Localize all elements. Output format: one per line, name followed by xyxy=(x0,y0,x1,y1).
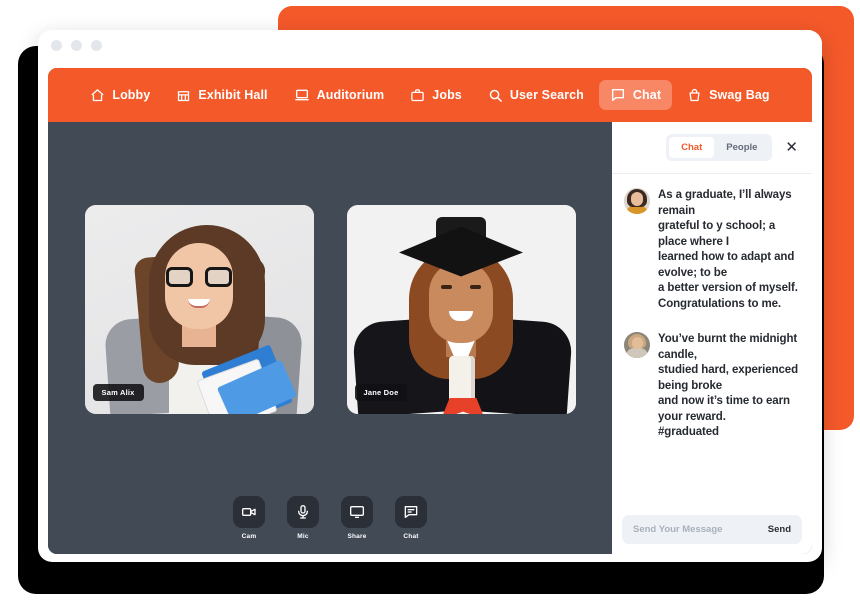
tab-people[interactable]: People xyxy=(714,137,769,158)
nav-item-swag-bag[interactable]: Swag Bag xyxy=(676,81,781,110)
nav-label: Swag Bag xyxy=(709,88,770,102)
participant-tile-1[interactable]: Sam Alix xyxy=(84,204,314,414)
participant-tiles: Sam Alix Jane Doe xyxy=(48,122,612,496)
nav-label: Chat xyxy=(632,88,662,102)
chat-message-text: As a graduate, I’ll always remain gratef… xyxy=(658,189,798,310)
screenshot-root: Lobby Exhibit Hall Auditorium Jobs User … xyxy=(0,0,860,600)
browser-window: Lobby Exhibit Hall Auditorium Jobs User … xyxy=(38,30,822,562)
window-dot-close[interactable] xyxy=(51,39,62,51)
briefcase-icon xyxy=(410,88,425,103)
call-controls: Cam Mic Share Chat xyxy=(230,496,430,554)
participant-photo-2 xyxy=(346,204,576,414)
control-label: Cam xyxy=(241,533,257,540)
main-navigation: Lobby Exhibit Hall Auditorium Jobs User … xyxy=(48,68,812,122)
avatar xyxy=(624,188,650,214)
laptop-icon xyxy=(294,87,310,103)
chat-message-text: You’ve burnt the midnight candle, studie… xyxy=(658,333,799,439)
close-icon[interactable]: ✕ xyxy=(785,140,798,155)
microphone-icon[interactable] xyxy=(287,496,319,528)
chat-panel-header: Chat People ✕ xyxy=(612,122,812,174)
participant-tile-2[interactable]: Jane Doe xyxy=(346,204,576,414)
search-icon xyxy=(488,88,503,103)
window-titlebar xyxy=(38,30,822,60)
participant-photo-1 xyxy=(84,204,314,414)
avatar xyxy=(624,332,650,359)
nav-item-user-search[interactable]: User Search xyxy=(477,81,595,110)
chat-message: As a graduate, I’ll always remain gratef… xyxy=(624,188,800,312)
chat-message-list: As a graduate, I’ll always remain gratef… xyxy=(612,174,812,507)
store-icon xyxy=(176,88,191,103)
app-body: Sam Alix Jane Doe Cam Mic Share Chat Cha… xyxy=(48,122,812,554)
control-label: Chat xyxy=(403,533,419,540)
nav-item-exhibit-hall[interactable]: Exhibit Hall xyxy=(165,81,278,110)
chat-composer: Send xyxy=(612,507,812,554)
nav-item-auditorium[interactable]: Auditorium xyxy=(283,80,396,110)
shopping-bag-icon xyxy=(687,88,702,103)
control-cam[interactable]: Cam xyxy=(230,496,268,540)
chat-message-input[interactable] xyxy=(633,524,762,535)
window-dot-maximize[interactable] xyxy=(91,39,102,51)
participant-name-badge: Jane Doe xyxy=(354,383,408,401)
home-icon xyxy=(90,88,105,103)
video-camera-icon[interactable] xyxy=(233,496,265,528)
nav-item-lobby[interactable]: Lobby xyxy=(79,81,161,110)
chat-bubble-icon[interactable] xyxy=(395,496,427,528)
monitor-screen-icon[interactable] xyxy=(341,496,373,528)
participant-name-badge: Sam Alix xyxy=(92,383,144,401)
tab-chat[interactable]: Chat xyxy=(669,137,715,158)
nav-label: Auditorium xyxy=(316,88,385,102)
chat-panel: Chat People ✕ As a graduate, I’ll always… xyxy=(612,122,812,554)
control-mic[interactable]: Mic xyxy=(284,496,322,540)
app-container: Lobby Exhibit Hall Auditorium Jobs User … xyxy=(48,68,812,554)
control-share[interactable]: Share xyxy=(338,496,376,540)
nav-label: Lobby xyxy=(112,88,151,102)
nav-label: Jobs xyxy=(432,88,462,102)
window-dot-minimize[interactable] xyxy=(71,39,82,51)
send-button[interactable]: Send xyxy=(768,524,791,535)
control-label: Mic xyxy=(297,533,309,540)
chat-message: You’ve burnt the midnight candle, studie… xyxy=(624,332,800,441)
nav-label: Exhibit Hall xyxy=(198,88,268,102)
control-chat[interactable]: Chat xyxy=(392,496,430,540)
nav-item-jobs[interactable]: Jobs xyxy=(399,81,473,110)
chat-bubble-icon xyxy=(610,87,626,103)
chat-input-row: Send xyxy=(622,515,802,544)
nav-label: User Search xyxy=(509,88,584,102)
control-label: Share xyxy=(347,533,367,540)
nav-item-chat[interactable]: Chat xyxy=(598,80,673,110)
video-stage: Sam Alix Jane Doe Cam Mic Share Chat xyxy=(48,122,612,554)
chat-tabs: Chat People xyxy=(666,134,773,161)
